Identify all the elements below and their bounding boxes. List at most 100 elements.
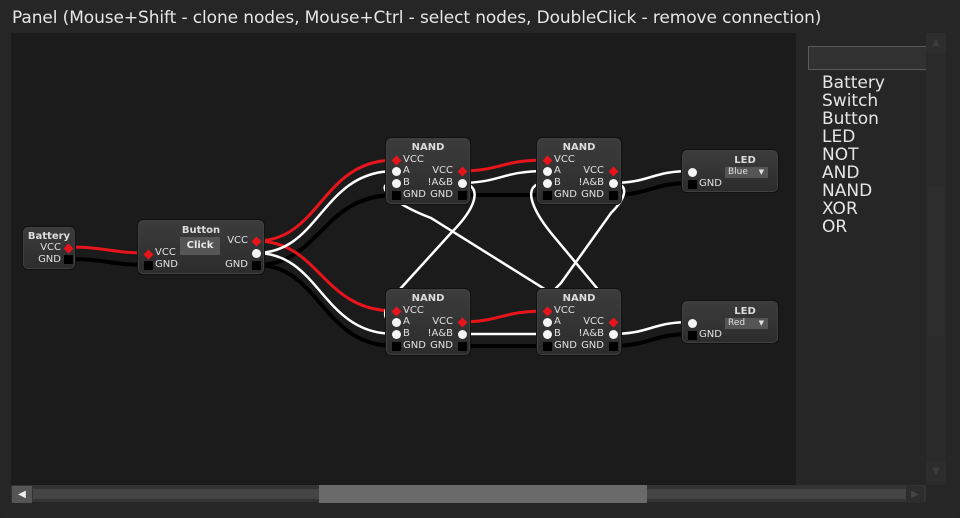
nand4-b-label: B: [554, 328, 561, 339]
button-gnd-in-label: GND: [155, 259, 178, 270]
nand3-a-port[interactable]: [392, 318, 401, 327]
nand4-gnd-out-port[interactable]: [609, 342, 618, 351]
wire-signal-nand4-led2[interactable]: [609, 320, 693, 336]
nand2-vcc-out-port[interactable]: [608, 166, 619, 177]
nand-node-4[interactable]: NAND VCC A B GND VCC !A&B GND: [536, 288, 622, 356]
nand4-gnd-in-label: GND: [554, 340, 577, 351]
led2-title: LED: [734, 306, 756, 317]
button-node[interactable]: Button Click VCC GND VCC GND: [137, 219, 265, 275]
palette-item-nand[interactable]: NAND: [822, 182, 885, 200]
nand-node-3[interactable]: NAND VCC A B GND VCC !A&B GND: [385, 288, 471, 356]
nand-node-1[interactable]: NAND VCC A B GND VCC !A&B GND: [385, 137, 471, 205]
nand3-b-port[interactable]: [392, 330, 401, 339]
led1-color-select[interactable]: Blue ▼: [725, 167, 768, 178]
button-gnd-out-port[interactable]: [252, 261, 261, 270]
wire-gnd-nand4-led2[interactable]: [609, 332, 693, 348]
nand2-out-port[interactable]: [609, 179, 618, 188]
palette-item-battery[interactable]: Battery: [822, 74, 885, 92]
wire-signal-button-nand3-b[interactable]: [254, 251, 397, 336]
button-vcc-in-port[interactable]: [143, 249, 154, 260]
button-gnd-out-label: GND: [225, 259, 248, 270]
led2-in-port[interactable]: [688, 319, 697, 328]
nand1-vcc-out-port[interactable]: [457, 166, 468, 177]
nand3-gnd-in-port[interactable]: [392, 342, 401, 351]
nand2-gnd-in-label: GND: [554, 189, 577, 200]
wire-gnd-button-nand3[interactable]: [254, 263, 397, 348]
led2-gnd-label: GND: [699, 329, 722, 340]
wire-gnd-battery-button[interactable]: [67, 257, 149, 267]
scroll-up-icon[interactable]: ▲: [926, 33, 946, 53]
wire-signal-nand1-nand2-a[interactable]: [457, 169, 548, 185]
wire-gnd-button-nand1[interactable]: [254, 193, 397, 267]
nand3-vcc-out-port[interactable]: [457, 317, 468, 328]
nand1-a-port[interactable]: [392, 167, 401, 176]
palette-item-button[interactable]: Button: [822, 110, 885, 128]
nand3-gnd-out-port[interactable]: [458, 342, 467, 351]
palette-search-input[interactable]: [808, 46, 934, 70]
palette-item-led[interactable]: LED: [822, 128, 885, 146]
nand1-vcc-out-label: VCC: [432, 165, 453, 176]
battery-gnd-port[interactable]: [64, 255, 73, 264]
scroll-left-icon[interactable]: ◀: [12, 486, 32, 503]
nand-node-2[interactable]: NAND VCC A B GND VCC !A&B GND: [536, 137, 622, 205]
nand4-gnd-in-port[interactable]: [543, 342, 552, 351]
vertical-scroll-thumb[interactable]: [928, 186, 944, 336]
wire-vcc-button-nand3[interactable]: [254, 239, 397, 313]
nand2-b-port[interactable]: [543, 179, 552, 188]
horizontal-scroll-thumb[interactable]: [319, 485, 647, 503]
led-node-2[interactable]: LED GND Red ▼: [681, 300, 779, 344]
button-gnd-in-port[interactable]: [144, 261, 153, 270]
battery-vcc-label: VCC: [40, 242, 61, 253]
palette-item-and[interactable]: AND: [822, 164, 885, 182]
nand2-vcc-in-port[interactable]: [542, 155, 553, 166]
nand2-a-port[interactable]: [543, 167, 552, 176]
nand1-b-port[interactable]: [392, 179, 401, 188]
nand4-out-label: !A&B: [578, 328, 604, 339]
nand1-out-port[interactable]: [458, 179, 467, 188]
wire-vcc-nand3-nand4[interactable]: [457, 309, 548, 324]
wire-vcc-battery-button[interactable]: [67, 245, 149, 255]
palette-item-switch[interactable]: Switch: [822, 92, 885, 110]
nand3-out-label: !A&B: [427, 328, 453, 339]
click-button[interactable]: Click: [180, 237, 220, 255]
nand4-a-port[interactable]: [543, 318, 552, 327]
led2-color-select[interactable]: Red ▼: [725, 318, 768, 329]
nand2-vcc-out-label: VCC: [583, 165, 604, 176]
nand4-vcc-out-port[interactable]: [608, 317, 619, 328]
nand4-vcc-in-port[interactable]: [542, 306, 553, 317]
battery-vcc-port[interactable]: [63, 243, 74, 254]
nand1-vcc-in-port[interactable]: [391, 155, 402, 166]
nand2-gnd-out-label: GND: [581, 189, 604, 200]
nand3-vcc-in-port[interactable]: [391, 306, 402, 317]
nand1-gnd-out-port[interactable]: [458, 191, 467, 200]
nand2-gnd-out-port[interactable]: [609, 191, 618, 200]
button-vcc-out-label: VCC: [227, 235, 248, 246]
palette-item-not[interactable]: NOT: [822, 146, 885, 164]
led1-in-port[interactable]: [688, 168, 697, 177]
nand4-vcc-out-label: VCC: [583, 316, 604, 327]
led1-gnd-port[interactable]: [688, 180, 697, 189]
nand4-title: NAND: [562, 293, 596, 304]
nand3-out-port[interactable]: [458, 330, 467, 339]
palette-item-xor[interactable]: XOR: [822, 200, 885, 218]
nand2-gnd-in-port[interactable]: [543, 191, 552, 200]
wire-vcc-nand1-nand2[interactable]: [457, 158, 548, 173]
nand3-gnd-in-label: GND: [403, 340, 426, 351]
palette-item-or[interactable]: OR: [822, 218, 885, 236]
led2-gnd-port[interactable]: [688, 331, 697, 340]
button-out-port[interactable]: [252, 249, 261, 258]
nand1-gnd-in-port[interactable]: [392, 191, 401, 200]
nand3-vcc-out-label: VCC: [432, 316, 453, 327]
node-canvas[interactable]: Battery VCC GND Button Click VCC GND VCC…: [11, 33, 796, 485]
nand3-a-label: A: [403, 316, 410, 327]
wire-signal-button-nand1-a[interactable]: [254, 169, 397, 255]
scroll-down-icon[interactable]: ▼: [926, 462, 946, 482]
battery-node[interactable]: Battery VCC GND: [22, 226, 76, 270]
led-node-1[interactable]: LED GND Blue ▼: [681, 149, 779, 193]
scroll-right-icon[interactable]: ▶: [906, 486, 924, 503]
wire-signal-nand2-led1[interactable]: [609, 169, 693, 185]
button-vcc-out-port[interactable]: [251, 236, 262, 247]
nand4-out-port[interactable]: [609, 330, 618, 339]
chevron-down-icon: ▼: [758, 319, 764, 327]
nand4-b-port[interactable]: [543, 330, 552, 339]
